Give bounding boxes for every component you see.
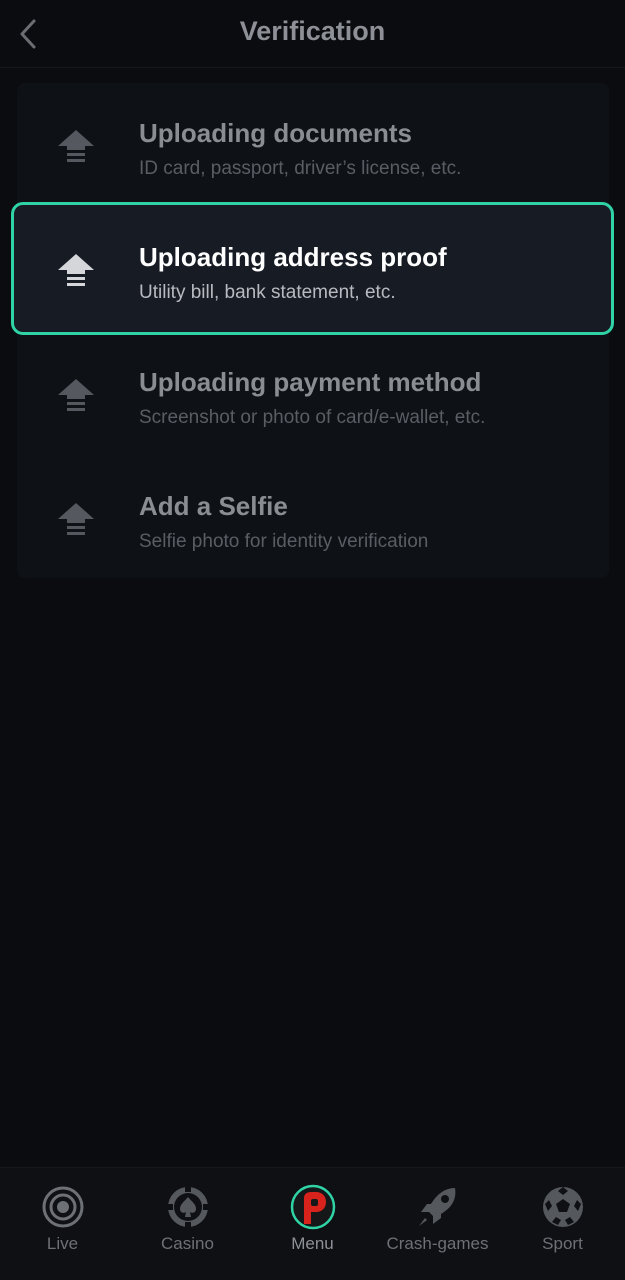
nav-item-crash-games[interactable]: Crash-games [375,1168,500,1280]
nav-item-sport[interactable]: Sport [500,1168,625,1280]
casino-chip-icon [165,1185,210,1229]
nav-label: Live [46,1234,79,1253]
item-title: Add a Selfie [139,491,288,521]
upload-icon [58,379,94,411]
upload-icon [58,254,94,286]
item-title: Uploading payment method [139,367,482,397]
verification-item-payment-method[interactable]: Uploading payment method Screenshot or p… [0,335,625,459]
nav-label: Crash-games [386,1234,489,1253]
page-title: Verification [239,16,386,46]
nav-label: Casino [161,1234,214,1253]
verification-item-address-proof[interactable]: Uploading address proof Utility bill, ba… [0,210,625,334]
item-subtitle: Screenshot or photo of card/e-wallet, et… [139,407,486,428]
soccer-ball-icon [542,1187,583,1227]
bottom-nav: Live Casino Menu Crash-games Sport [0,1167,625,1280]
item-title: Uploading documents [139,118,412,148]
nav-item-live[interactable]: Live [0,1168,125,1280]
item-subtitle: ID card, passport, driver’s license, etc… [139,158,462,179]
nav-label: Menu [291,1234,334,1253]
verification-item-selfie[interactable]: Add a Selfie Selfie photo for identity v… [0,459,625,583]
upload-icon [58,503,94,535]
verification-item-documents[interactable]: Uploading documents ID card, passport, d… [0,86,625,210]
upload-icon [58,130,94,162]
verification-screen: Verification Uploading documents ID card… [0,0,625,1280]
item-subtitle: Selfie photo for identity verification [139,531,429,552]
header: Verification [0,0,625,68]
item-subtitle: Utility bill, bank statement, etc. [139,282,396,303]
item-title: Uploading address proof [139,242,447,272]
live-icon [42,1186,83,1228]
nav-label: Sport [542,1234,583,1253]
menu-logo-icon [290,1184,335,1230]
rocket-icon [418,1188,455,1226]
nav-item-casino[interactable]: Casino [125,1168,250,1280]
nav-item-menu[interactable]: Menu [250,1168,375,1280]
